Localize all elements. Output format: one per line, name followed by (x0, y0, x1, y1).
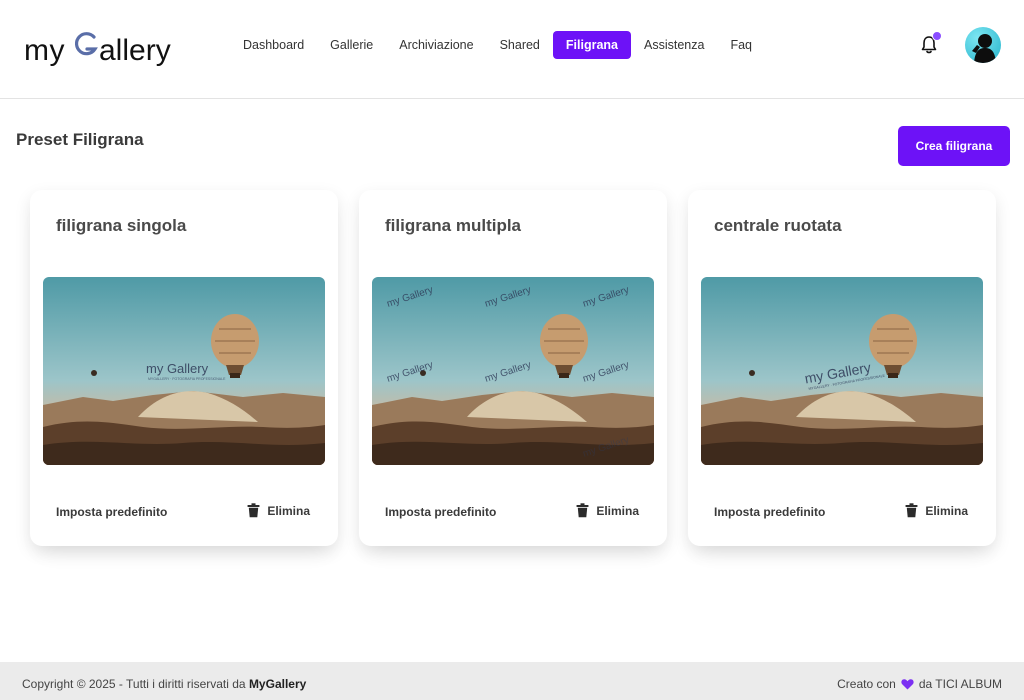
delete-button[interactable]: Elimina (576, 503, 639, 518)
set-default-button[interactable]: Imposta predefinito (56, 505, 167, 519)
watermark-presets-grid: filigrana singola my Gallery MYGALLERY ·… (30, 190, 1000, 550)
page-title: Preset Filigrana (16, 130, 144, 149)
footer-credits: Creato con da TICI ALBUM (837, 677, 1002, 691)
trash-icon (576, 503, 589, 518)
nav-filigrana[interactable]: Filigrana (552, 31, 631, 59)
preset-preview-image: my Gallery MYGALLERY · FOTOGRAFIA PROFES… (43, 277, 325, 465)
delete-button[interactable]: Elimina (905, 503, 968, 518)
logo-text-allery: allery (99, 34, 171, 67)
set-default-button[interactable]: Imposta predefinito (714, 505, 825, 519)
nav-dashboard[interactable]: Dashboard (230, 31, 317, 59)
nav-assistenza[interactable]: Assistenza (631, 31, 717, 59)
nav-faq[interactable]: Faq (717, 31, 765, 59)
create-watermark-button[interactable]: Crea filigrana (898, 126, 1010, 166)
footer-brand: MyGallery (248, 677, 307, 691)
delete-label: Elimina (596, 503, 639, 518)
app-logo[interactable]: my allery (24, 24, 171, 68)
delete-button[interactable]: Elimina (247, 503, 310, 518)
notification-dot (932, 31, 942, 41)
svg-text:MYGALLERY · FOTOGRAFIA PROFESS: MYGALLERY · FOTOGRAFIA PROFESSIONALE (148, 377, 226, 381)
heart-icon (901, 679, 914, 690)
logo-text-my: my (24, 34, 65, 67)
logo-g-icon (73, 31, 99, 68)
delete-label: Elimina (925, 503, 968, 518)
user-avatar[interactable] (965, 27, 1001, 63)
preset-preview-image: my Gallery MYGALLERY · FOTOGRAFIA PROFES… (701, 277, 983, 465)
svg-text:my Gallery: my Gallery (146, 361, 209, 376)
trash-icon (247, 503, 260, 518)
top-header: my allery Dashboard Gallerie Archiviazio… (0, 0, 1024, 99)
set-default-button[interactable]: Imposta predefinito (385, 505, 496, 519)
preset-card-rotated: centrale ruotata my Gallery MYGALLERY · … (688, 190, 996, 546)
trash-icon (905, 503, 918, 518)
delete-label: Elimina (267, 503, 310, 518)
nav-gallerie[interactable]: Gallerie (317, 31, 386, 59)
footer-copyright: Copyright © 2025 - Tutti i diritti riser… (22, 677, 306, 691)
preset-card-single: filigrana singola my Gallery MYGALLERY ·… (30, 190, 338, 546)
copyright-text: Copyright © 2025 - Tutti i diritti riser… (22, 677, 246, 691)
main-nav: Dashboard Gallerie Archiviazione Shared … (230, 30, 765, 60)
preset-card-title: filigrana multipla (385, 216, 522, 235)
page-footer: Copyright © 2025 - Tutti i diritti riser… (0, 662, 1024, 700)
nav-shared[interactable]: Shared (487, 31, 553, 59)
preset-card-multiple: filigrana multipla my Gallery my Gallery… (359, 190, 667, 546)
nav-archiviazione[interactable]: Archiviazione (386, 31, 486, 59)
preset-preview-image: my Gallery my Gallery my Gallery my Gall… (372, 277, 654, 465)
preset-card-title: centrale ruotata (714, 216, 842, 235)
made-with-text: Creato con (837, 677, 896, 691)
preset-card-title: filigrana singola (56, 216, 187, 235)
made-by-text: da TICI ALBUM (918, 677, 1002, 691)
